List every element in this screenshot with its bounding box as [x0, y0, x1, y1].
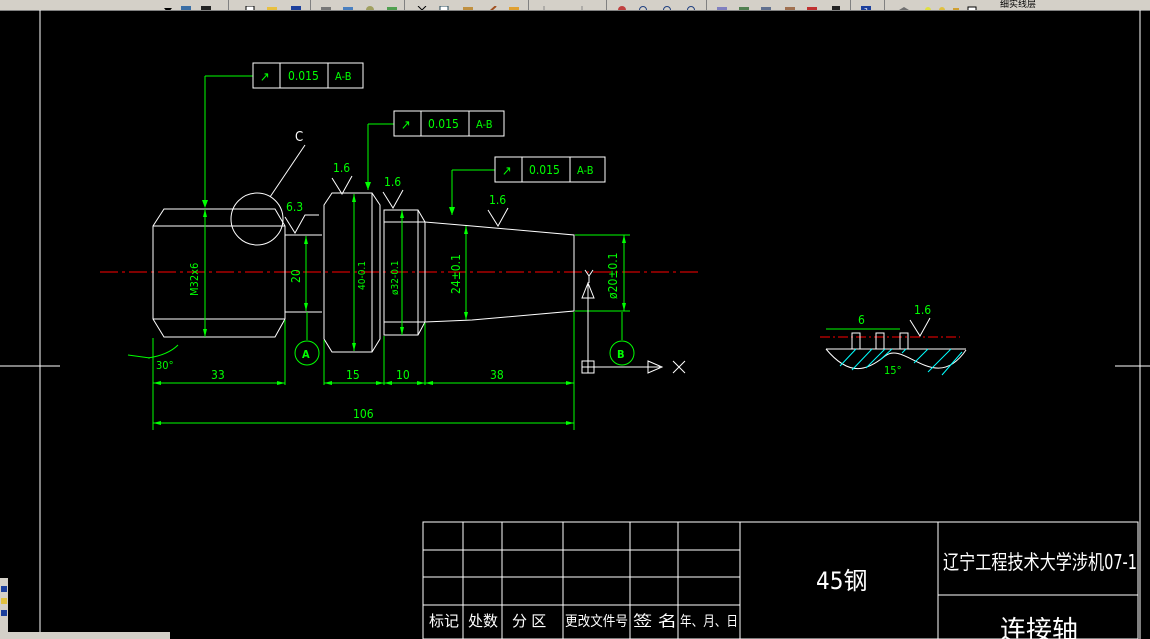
publish-icon[interactable] — [364, 0, 376, 10]
svg-text:↗: ↗ — [502, 164, 512, 179]
markup-icon[interactable] — [806, 0, 818, 10]
dropdown-arrow-icon[interactable] — [162, 0, 174, 10]
layer-on-icon[interactable] — [922, 0, 934, 10]
side-tool-icon-2[interactable] — [1, 598, 7, 604]
new-file-icon[interactable] — [244, 0, 256, 10]
dim-d20: 20 — [289, 269, 303, 283]
roughness-1-6-c: 1.6 — [489, 193, 506, 207]
roughness-1-6-d: 1.6 — [914, 303, 931, 317]
zoom-window-icon[interactable] — [662, 0, 674, 10]
zoom-realtime-icon[interactable] — [638, 0, 650, 10]
layer-freeze-icon[interactable] — [936, 0, 948, 10]
side-toolbar — [0, 578, 8, 639]
paste-icon[interactable] — [462, 0, 474, 10]
undo-icon[interactable] — [538, 0, 550, 10]
detail-dim-6: 6 — [858, 313, 865, 327]
datum-b: B — [609, 340, 635, 366]
design-center-icon[interactable] — [738, 0, 750, 10]
svg-text:0.015: 0.015 — [428, 117, 459, 131]
datum-a: A — [294, 340, 320, 366]
svg-text:0.015: 0.015 — [288, 69, 319, 83]
dim-length-10: 10 — [396, 368, 410, 382]
title-header-sign: 签 名 — [633, 612, 677, 630]
svg-text:↗: ↗ — [260, 70, 270, 85]
roughness-6-3: 6.3 — [286, 200, 303, 214]
tool-palettes-icon[interactable] — [760, 0, 772, 10]
layer-manager-icon[interactable] — [898, 0, 910, 10]
detail-circle-c — [230, 192, 284, 246]
properties-icon[interactable] — [716, 0, 728, 10]
svg-text:B: B — [617, 348, 625, 361]
title-header-zone: 分 区 — [512, 612, 546, 630]
block-editor-icon[interactable] — [508, 0, 520, 10]
sheet-set-icon[interactable] — [784, 0, 796, 10]
dim-d32: ø32-0.1 — [390, 261, 401, 296]
copy-icon[interactable] — [438, 0, 450, 10]
side-tool-icon-3[interactable] — [1, 610, 7, 616]
svg-text:↗: ↗ — [401, 118, 411, 133]
match-properties-icon[interactable] — [486, 0, 498, 10]
detail-view: 6 15° — [825, 313, 967, 377]
pan-icon[interactable] — [616, 0, 628, 10]
svg-text:A-B: A-B — [335, 70, 352, 83]
tolerance-frame-1: ↗ 0.015 A-B — [252, 62, 364, 89]
title-header-count: 处数 — [468, 612, 498, 630]
zoom-previous-icon[interactable] — [686, 0, 698, 10]
school-label: 辽宁工程技术大学涉机07-1 — [943, 550, 1137, 574]
redo-icon[interactable] — [576, 0, 588, 10]
detail-angle-15: 15° — [884, 364, 902, 377]
dim-length-15: 15 — [346, 368, 360, 382]
print-icon[interactable] — [320, 0, 332, 10]
dim-length-38: 38 — [490, 368, 504, 382]
dim-thread: M32x6 — [188, 263, 201, 296]
toolbar-icon-2[interactable] — [200, 0, 212, 10]
roughness-1-6-b: 1.6 — [384, 175, 401, 189]
calculator-icon[interactable] — [830, 0, 842, 10]
layout-tabs[interactable] — [0, 632, 170, 639]
material-label: 45钢 — [816, 567, 867, 595]
toolbar-icon-1[interactable] — [180, 0, 192, 10]
cut-icon[interactable] — [416, 0, 428, 10]
part-name-label: 连接轴 — [1000, 616, 1078, 639]
title-header-mark: 标记 — [429, 612, 459, 630]
dim-end: ø20±0.1 — [606, 252, 620, 299]
roughness-1-6-a: 1.6 — [333, 161, 350, 175]
svg-text:A-B: A-B — [476, 118, 493, 131]
plot-icon[interactable] — [386, 0, 398, 10]
title-header-change-doc: 更改文件号 — [565, 614, 628, 630]
preview-icon[interactable] — [342, 0, 354, 10]
dim-length-33: 33 — [211, 368, 225, 382]
dim-d40: 40-0.1 — [357, 261, 368, 290]
layer-lock-icon[interactable] — [950, 0, 962, 10]
tolerance-frame-3: ↗ 0.015 A-B — [494, 156, 606, 183]
detail-label-c: C — [295, 130, 303, 145]
drawing-canvas[interactable]: C ↗ 0.015 A-B ↗ 0.015 A-B ↗ 0.015 A-B 6.… — [0, 10, 1150, 639]
title-header-date: 年、月、日 — [680, 614, 738, 630]
open-file-icon[interactable] — [266, 0, 278, 10]
dim-angle-30: 30° — [156, 359, 174, 372]
svg-text:0.015: 0.015 — [529, 163, 560, 177]
save-icon[interactable] — [290, 0, 302, 10]
dim-length-106: 106 — [353, 407, 374, 421]
tolerance-frame-2: ↗ 0.015 A-B — [393, 110, 505, 137]
side-tool-icon-1[interactable] — [1, 586, 7, 592]
dim-taper: 24±0.1 — [449, 254, 463, 294]
current-layer-name[interactable]: 细实线层 — [1000, 0, 1036, 10]
svg-text:A-B: A-B — [577, 164, 594, 177]
help-icon[interactable]: ? — [860, 0, 872, 10]
svg-text:A: A — [302, 348, 310, 361]
layer-color-icon[interactable] — [966, 0, 978, 10]
